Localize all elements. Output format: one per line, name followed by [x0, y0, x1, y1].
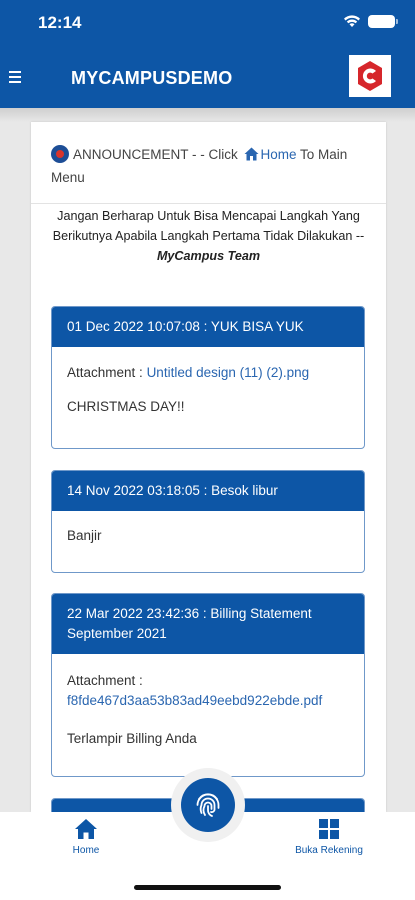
fingerprint-icon	[196, 793, 220, 817]
hamburger-menu-icon[interactable]	[9, 71, 21, 83]
announcement-icon	[51, 145, 69, 163]
card-message: Banjir	[67, 528, 102, 543]
appbar-shadow	[0, 108, 415, 122]
attachment-row: Attachment : f8fde467d3aa53b83ad49eebd92…	[67, 671, 349, 711]
wifi-icon	[343, 14, 361, 33]
attachment-label: Attachment :	[67, 673, 143, 688]
announcement-card[interactable]: 14 Nov 2022 03:18:05 : Besok libur Banji…	[51, 470, 365, 573]
fingerprint-button[interactable]	[181, 778, 235, 832]
nav-buka-rekening-label: Buka Rekening	[295, 845, 363, 856]
card-message: CHRISTMAS DAY!!	[67, 399, 185, 414]
app-bar: MYCAMPUSDEMO	[0, 46, 415, 108]
card-header: 01 Dec 2022 10:07:08 : YUK BISA YUK	[52, 307, 364, 347]
home-link[interactable]: Home	[261, 147, 297, 162]
content-panel: ANNOUNCEMENT - - Click Home To Main Menu…	[31, 122, 386, 812]
nav-buka-rekening[interactable]: Buka Rekening	[288, 818, 370, 856]
quote-text: Jangan Berharap Untuk Bisa Mencapai Lang…	[52, 209, 365, 243]
attachment-row: Attachment : Untitled design (11) (2).pn…	[67, 365, 349, 380]
divider	[31, 203, 386, 204]
attachment-label: Attachment :	[67, 365, 143, 380]
status-bar: 12:14	[0, 0, 415, 46]
announcement-card[interactable]: 01 Dec 2022 10:07:08 : YUK BISA YUK Atta…	[51, 306, 365, 449]
quote-author: MyCampus Team	[156, 249, 261, 263]
nav-home[interactable]: Home	[56, 818, 116, 856]
attachment-link[interactable]: f8fde467d3aa53b83ad49eebd922ebde.pdf	[67, 691, 349, 711]
home-icon	[75, 819, 97, 839]
status-time: 12:14	[38, 13, 82, 32]
attachment-link[interactable]: Untitled design (11) (2).png	[147, 365, 310, 380]
battery-icon	[368, 15, 398, 28]
announcement-header: ANNOUNCEMENT - - Click Home To Main Menu	[51, 144, 371, 188]
app-title: MYCAMPUSDEMO	[71, 68, 233, 88]
card-header: 22 Mar 2022 23:42:36 : Billing Statement…	[52, 594, 364, 654]
card-header: 14 Nov 2022 03:18:05 : Besok libur	[52, 471, 364, 511]
quote-block: Jangan Berharap Untuk Bisa Mencapai Lang…	[31, 206, 386, 266]
card-message: Terlampir Billing Anda	[67, 731, 197, 746]
home-icon[interactable]	[244, 146, 259, 167]
announcement-card[interactable]: 22 Mar 2022 23:42:36 : Billing Statement…	[51, 593, 365, 777]
announcement-prefix: ANNOUNCEMENT - - Click	[73, 147, 238, 162]
grid-icon	[319, 819, 339, 839]
campus-logo	[349, 55, 391, 97]
nav-home-label: Home	[72, 845, 100, 856]
home-indicator	[134, 885, 281, 890]
